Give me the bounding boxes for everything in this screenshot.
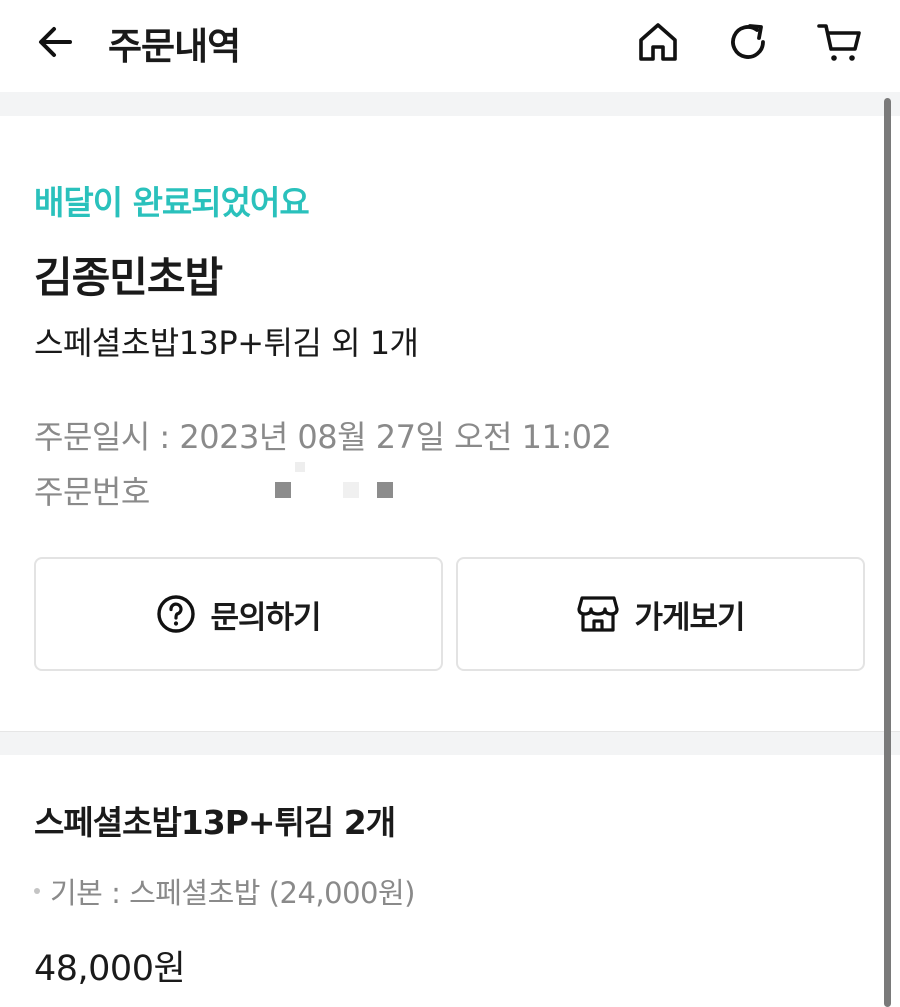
page-title: 주문내역 (108, 25, 241, 68)
question-icon (157, 595, 196, 633)
menu-item-option-text: 기본 : 스페셜초밥 (24,000원) (50, 876, 415, 910)
menu-item-title: 스페셜초밥13P+튀김 2개 (34, 803, 396, 842)
refresh-icon (731, 24, 765, 59)
home-button[interactable] (634, 18, 682, 66)
top-app-bar: 주문내역 (0, 0, 900, 92)
cart-button[interactable] (816, 18, 864, 66)
section-divider (0, 92, 900, 116)
menu-item-price: 48,000원 (34, 949, 186, 989)
refresh-button[interactable] (724, 18, 772, 66)
order-summary: 스페셜초밥13P+튀김 외 1개 (34, 324, 419, 362)
bullet-icon (34, 888, 40, 894)
store-icon (577, 596, 620, 632)
inquiry-button[interactable]: 문의하기 (34, 557, 443, 671)
store-name: 김종민초밥 (34, 253, 223, 302)
order-number-label: 주문번호 (34, 473, 150, 511)
home-icon (639, 23, 677, 61)
menu-item-option: 기본 : 스페셜초밥 (24,000원) (34, 870, 415, 912)
scrollbar[interactable] (884, 98, 891, 1007)
cart-icon (817, 24, 861, 61)
order-datetime: 주문일시 : 2023년 08월 27일 오전 11:02 (34, 418, 612, 456)
back-arrow-icon (39, 27, 72, 57)
delivery-status: 배달이 완료되었어요 (34, 183, 310, 222)
view-store-button[interactable]: 가게보기 (456, 557, 865, 671)
inquiry-label: 문의하기 (210, 599, 321, 636)
view-store-label: 가게보기 (634, 599, 745, 636)
back-button[interactable] (34, 20, 78, 64)
section-divider (0, 731, 900, 755)
